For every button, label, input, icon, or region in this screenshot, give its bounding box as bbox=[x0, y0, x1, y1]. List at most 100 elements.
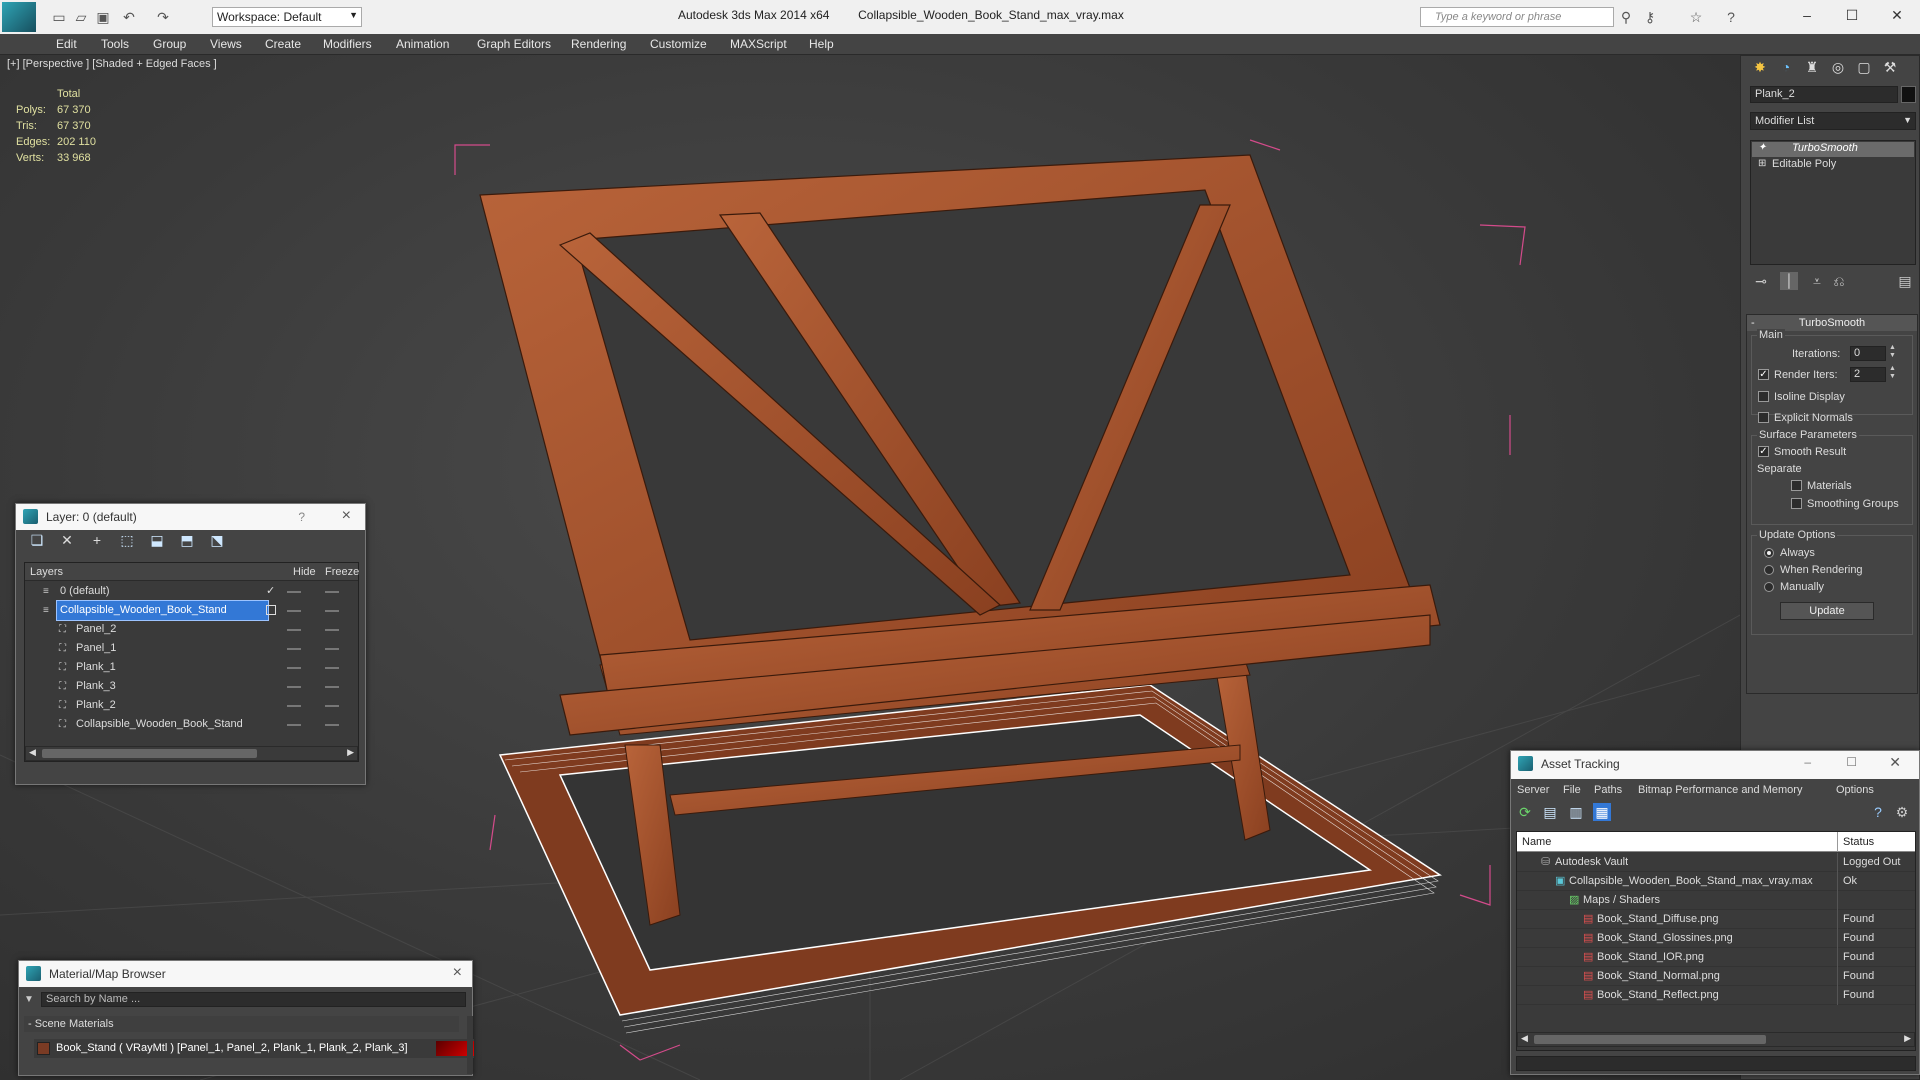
menu-create[interactable]: Create bbox=[265, 37, 301, 51]
pin-stack-icon[interactable]: ⊸ bbox=[1752, 272, 1770, 290]
current-layer-box-icon[interactable] bbox=[266, 605, 276, 615]
menu-edit[interactable]: Edit bbox=[56, 37, 77, 51]
create-layer-icon[interactable]: ❏ bbox=[28, 531, 46, 549]
material-search-input[interactable]: Search by Name ... bbox=[41, 992, 466, 1007]
iterations-spinner[interactable]: 0 bbox=[1850, 346, 1886, 361]
menu-graph-editors[interactable]: Graph Editors bbox=[477, 37, 551, 51]
vault-icon[interactable]: ⚙ bbox=[1893, 803, 1911, 821]
layer-freeze-toggle[interactable] bbox=[325, 591, 339, 593]
modifier-list-dropdown[interactable]: Modifier List ▼ bbox=[1750, 112, 1916, 130]
close-icon[interactable]: × bbox=[342, 507, 351, 525]
layer-row[interactable]: ⛶ Panel_2 bbox=[25, 620, 358, 639]
bulb-icon[interactable]: ✦ bbox=[1758, 142, 1766, 153]
layer-freeze-toggle[interactable] bbox=[325, 705, 339, 707]
layer-hide-toggle[interactable] bbox=[287, 629, 301, 631]
minimize-icon[interactable]: – bbox=[1798, 6, 1816, 24]
object-color-swatch[interactable] bbox=[1901, 86, 1916, 103]
close-icon[interactable]: × bbox=[453, 964, 462, 982]
undo-icon[interactable]: ↶ bbox=[120, 8, 138, 26]
menu-server[interactable]: Server bbox=[1517, 784, 1549, 796]
redo-icon[interactable]: ↷ bbox=[154, 8, 172, 26]
layer-row[interactable]: ⛶ Plank_1 bbox=[25, 658, 358, 677]
current-layer-check-icon[interactable]: ✓ bbox=[266, 582, 275, 601]
asset-row[interactable]: ▤ Book_Stand_Normal.png Found bbox=[1517, 967, 1915, 986]
create-tab-icon[interactable]: ✸ bbox=[1751, 58, 1769, 76]
asset-row[interactable]: ▤ Book_Stand_Glossines.png Found bbox=[1517, 929, 1915, 948]
asset-row[interactable]: ▤ Book_Stand_Diffuse.png Found bbox=[1517, 910, 1915, 929]
menu-paths[interactable]: Paths bbox=[1594, 784, 1622, 796]
menu-rendering[interactable]: Rendering bbox=[571, 37, 626, 51]
layer-hide-toggle[interactable] bbox=[287, 724, 301, 726]
set-current-layer-icon[interactable]: ⬓ bbox=[148, 531, 166, 549]
menu-views[interactable]: Views bbox=[210, 37, 242, 51]
menu-file[interactable]: File bbox=[1563, 784, 1581, 796]
render-iters-spinner[interactable]: 2 bbox=[1850, 367, 1886, 382]
help-icon[interactable]: ? bbox=[298, 510, 305, 524]
menu-maxscript[interactable]: MAXScript bbox=[730, 37, 787, 51]
freeze-all-layers-icon[interactable]: ⬔ bbox=[208, 531, 226, 549]
asset-row[interactable]: ▤ Book_Stand_IOR.png Found bbox=[1517, 948, 1915, 967]
scroll-thumb[interactable] bbox=[42, 749, 257, 758]
refresh-icon[interactable]: ⟳ bbox=[1516, 803, 1534, 821]
save-icon[interactable]: ▣ bbox=[94, 8, 112, 26]
maximize-icon[interactable]: ☐ bbox=[1843, 6, 1861, 24]
modifier-stack-item-turbosmooth[interactable]: ✦ TurboSmooth bbox=[1752, 142, 1914, 157]
app-logo-icon[interactable] bbox=[2, 2, 36, 32]
col-status-header[interactable]: Status bbox=[1843, 836, 1874, 848]
smoothing-groups-checkbox[interactable] bbox=[1791, 498, 1802, 509]
col-freeze-header[interactable]: Freeze bbox=[325, 566, 359, 578]
material-browser-title-bar[interactable]: Material/Map Browser × bbox=[19, 961, 472, 987]
delete-layer-icon[interactable]: ✕ bbox=[58, 531, 76, 549]
layer-hide-toggle[interactable] bbox=[287, 667, 301, 669]
configure-sets-icon[interactable]: ▤ bbox=[1896, 272, 1914, 290]
layer-freeze-toggle[interactable] bbox=[325, 667, 339, 669]
menu-group[interactable]: Group bbox=[153, 37, 186, 51]
manually-radio[interactable] bbox=[1764, 582, 1774, 592]
minimize-icon[interactable]: – bbox=[1804, 755, 1811, 769]
new-file-icon[interactable]: ▭ bbox=[50, 8, 68, 26]
layer-hide-toggle[interactable] bbox=[287, 686, 301, 688]
expand-icon[interactable]: ⊞ bbox=[1758, 158, 1766, 169]
hierarchy-tab-icon[interactable]: ♜ bbox=[1803, 58, 1821, 76]
display-tab-icon[interactable]: ▢ bbox=[1855, 58, 1873, 76]
close-icon[interactable]: ✕ bbox=[1889, 754, 1901, 771]
layer-freeze-toggle[interactable] bbox=[325, 724, 339, 726]
layer-freeze-toggle[interactable] bbox=[325, 648, 339, 650]
open-file-icon[interactable]: ▱ bbox=[72, 8, 90, 26]
modifier-stack-item-editable-poly[interactable]: ⊞ Editable Poly bbox=[1752, 158, 1914, 173]
spinner-arrows-icon[interactable]: ▲ ▼ bbox=[1889, 344, 1896, 360]
materials-checkbox[interactable] bbox=[1791, 480, 1802, 491]
layer-hide-toggle[interactable] bbox=[287, 591, 301, 593]
table-view-icon[interactable]: ▦ bbox=[1593, 803, 1611, 821]
menu-help[interactable]: Help bbox=[809, 37, 834, 51]
asset-tracking-title-bar[interactable]: Asset Tracking – ☐ ✕ bbox=[1511, 751, 1919, 779]
object-name-field[interactable]: Plank_2 bbox=[1750, 86, 1898, 103]
menu-bitmap-performance[interactable]: Bitmap Performance and Memory bbox=[1638, 784, 1802, 796]
workspace-dropdown[interactable]: Workspace: Default ▼ bbox=[212, 7, 362, 27]
remove-modifier-icon[interactable]: ⎌ bbox=[1830, 272, 1848, 290]
layer-row[interactable]: ⛶ Panel_1 bbox=[25, 639, 358, 658]
menu-customize[interactable]: Customize bbox=[650, 37, 707, 51]
list-view-icon[interactable]: ▤ bbox=[1541, 803, 1559, 821]
material-list-item[interactable]: Book_Stand ( VRayMtl ) [Panel_1, Panel_2… bbox=[34, 1039, 474, 1058]
layer-horizontal-scrollbar[interactable]: ◀ ▶ bbox=[25, 746, 358, 761]
scroll-right-icon[interactable]: ▶ bbox=[1904, 1033, 1911, 1044]
detail-view-icon[interactable]: ▥ bbox=[1567, 803, 1585, 821]
col-name-header[interactable]: Name bbox=[1522, 836, 1551, 848]
when-rendering-radio[interactable] bbox=[1764, 565, 1774, 575]
update-button[interactable]: Update bbox=[1780, 602, 1874, 620]
key-icon[interactable]: ⚷ bbox=[1641, 8, 1659, 26]
render-iters-checkbox[interactable]: ✓ bbox=[1758, 369, 1769, 380]
close-icon[interactable]: ✕ bbox=[1888, 6, 1906, 24]
scroll-right-icon[interactable]: ▶ bbox=[347, 747, 354, 758]
asset-row[interactable]: ▤ Book_Stand_Reflect.png Found bbox=[1517, 986, 1915, 1005]
material-vertical-scrollbar[interactable] bbox=[467, 1016, 473, 1074]
binoculars-icon[interactable]: ⚲ bbox=[1617, 8, 1635, 26]
layer-row[interactable]: ⛶ Collapsible_Wooden_Book_Stand bbox=[25, 715, 358, 734]
infocenter-search[interactable]: Type a keyword or phrase bbox=[1420, 7, 1614, 27]
layer-freeze-toggle[interactable] bbox=[325, 686, 339, 688]
spinner-arrows-icon[interactable]: ▲ ▼ bbox=[1889, 365, 1896, 381]
add-to-layer-icon[interactable]: + bbox=[88, 531, 106, 549]
asset-horizontal-scrollbar[interactable]: ◀ ▶ bbox=[1517, 1032, 1915, 1047]
col-layers-header[interactable]: Layers bbox=[30, 566, 63, 578]
